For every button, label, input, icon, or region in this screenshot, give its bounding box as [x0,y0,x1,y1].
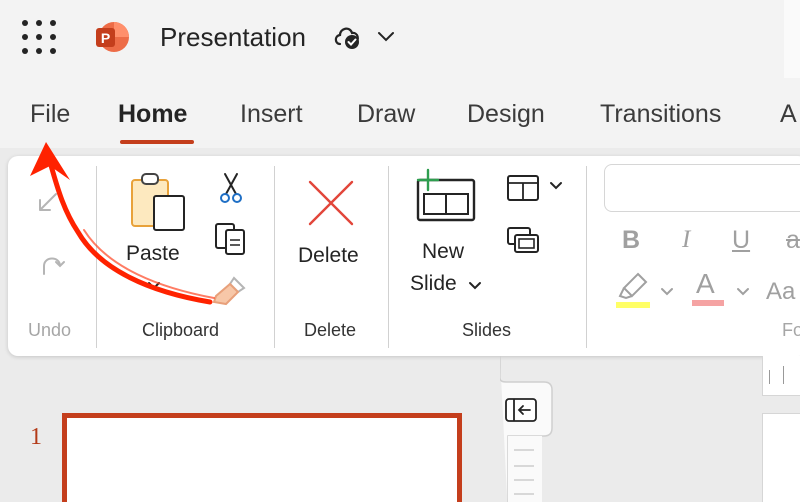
font-group-label: Fo [782,320,800,340]
app-logo-letter: P [101,30,110,46]
slide-layout-icon[interactable] [506,174,540,202]
tab-insert[interactable]: Insert [240,100,303,129]
window-edge [784,0,800,78]
layout-chevron-icon[interactable] [548,180,564,192]
new-slide-label-1[interactable]: New [422,240,464,264]
change-case-button[interactable]: Aa [766,278,795,306]
slide-number: 1 [30,424,42,450]
tab-draw[interactable]: Draw [357,100,415,129]
delete-x-icon[interactable] [306,178,356,228]
title-bar: P Presentation [0,0,800,78]
font-color-swatch [692,300,724,306]
section-icon[interactable] [506,226,540,254]
paste-clipboard-icon[interactable] [128,170,190,232]
font-color-letter[interactable]: A [696,268,715,300]
cut-scissors-icon[interactable] [216,172,246,204]
bold-button[interactable]: B [622,226,640,255]
clipboard-group-label: Clipboard [142,320,220,340]
pane-collapse-strip [500,356,553,502]
delete-group-label: Delete [304,320,357,340]
active-tab-indicator [120,140,194,144]
italic-button[interactable]: I [682,226,690,254]
slide-thumbnail[interactable] [62,413,462,502]
ribbon-tab-bar: File Home Insert Draw Design Transitions… [0,78,800,148]
chevron-down-icon[interactable] [376,28,396,44]
highlighter-icon[interactable] [614,270,652,310]
group-divider [586,166,587,348]
slide-canvas[interactable] [762,413,800,502]
font-color-chevron-icon[interactable] [736,286,750,298]
collapse-pane-icon[interactable] [504,396,538,424]
group-divider [388,166,389,348]
tab-file[interactable]: File [30,100,70,129]
slides-group-label: Slides [462,320,512,340]
tab-home[interactable]: Home [118,100,187,129]
cloud-saved-icon[interactable] [332,22,364,52]
group-divider [96,166,97,348]
app-launcher-icon[interactable] [22,20,56,54]
copy-icon[interactable] [214,222,248,256]
new-slide-chevron-icon[interactable] [468,280,482,292]
delete-button[interactable]: Delete [298,244,359,268]
powerpoint-logo-icon: P [96,22,129,52]
paste-button[interactable]: Paste [126,242,180,266]
format-painter-icon[interactable] [210,274,248,308]
home-ribbon: Undo Paste Clipboard Delete Delete New S… [8,156,800,356]
new-slide-icon[interactable] [412,168,476,224]
undo-group-label: Undo [28,320,72,340]
redo-icon[interactable] [34,246,68,280]
font-name-combobox[interactable] [604,164,800,212]
underline-button[interactable]: U [732,226,750,255]
horizontal-ruler [762,356,800,396]
group-divider [274,166,275,348]
tab-transitions[interactable]: Transitions [600,100,721,129]
paste-chevron-icon[interactable] [146,280,162,292]
highlight-chevron-icon[interactable] [660,286,674,298]
strikethrough-button[interactable]: a [786,226,800,255]
document-title[interactable]: Presentation [160,22,306,53]
undo-icon[interactable] [34,184,68,218]
tab-animations-partial[interactable]: A [780,100,797,129]
tab-design[interactable]: Design [467,100,545,129]
new-slide-label-2[interactable]: Slide [410,272,457,296]
